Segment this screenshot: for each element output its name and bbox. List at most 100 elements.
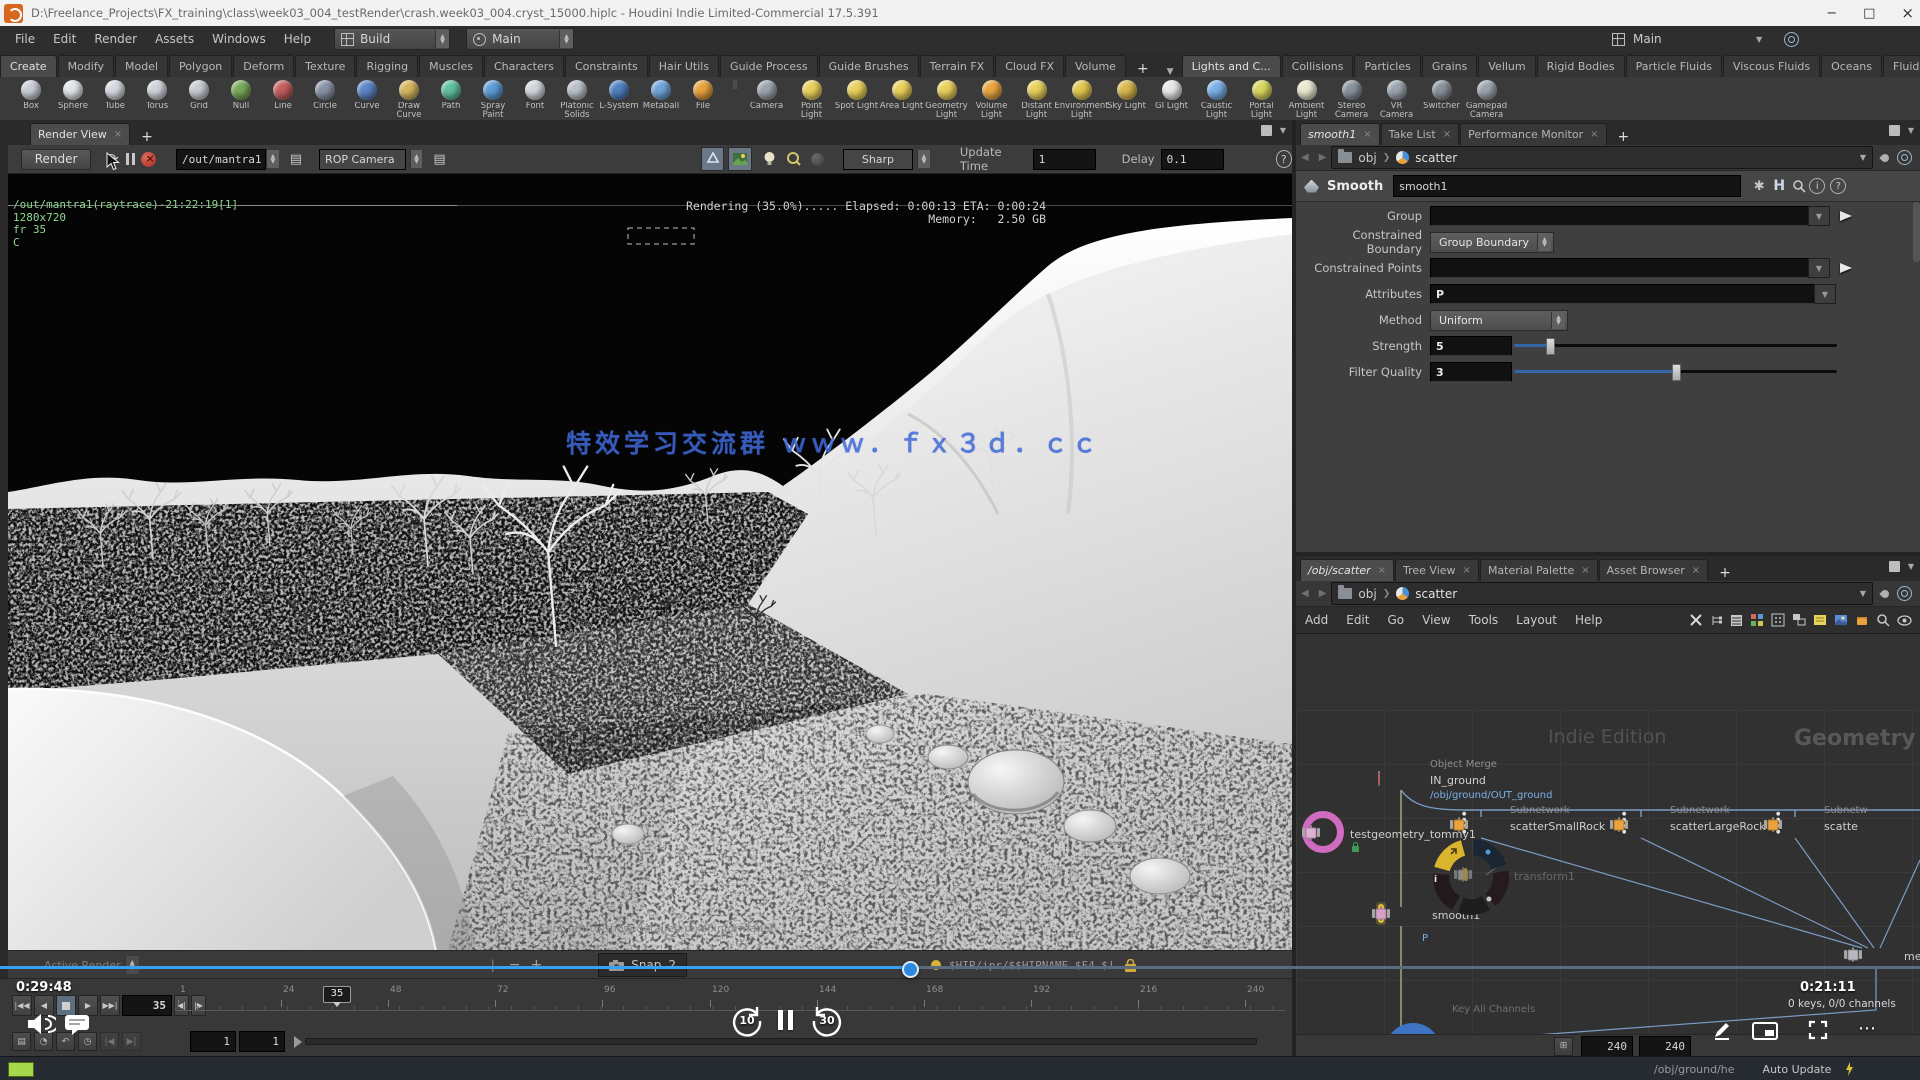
spinner-icon[interactable]: [1551, 312, 1565, 329]
add-shelf-tab-button[interactable]: +: [1127, 61, 1159, 77]
pane-tab[interactable]: Material Palette: [1480, 559, 1598, 581]
spinner-icon[interactable]: [410, 150, 423, 168]
shelf-tab[interactable]: Particle Fluids: [1626, 55, 1722, 77]
constrained-boundary-menu[interactable]: Group Boundary: [1430, 232, 1554, 253]
network-menu-item[interactable]: Go: [1378, 613, 1413, 627]
chevron-down-icon[interactable]: ▼: [1808, 258, 1830, 278]
shelf-tool[interactable]: Stereo Camera: [1329, 77, 1374, 120]
filter-quality-field[interactable]: 3: [1430, 362, 1512, 382]
shelf-tool[interactable]: Grid: [178, 77, 220, 111]
spinner-icon[interactable]: [559, 30, 573, 48]
search-icon[interactable]: [1876, 613, 1890, 627]
shelf-tool[interactable]: Geometry Light: [924, 77, 969, 120]
follow-icon[interactable]: [1897, 586, 1912, 601]
slider-handle[interactable]: [1546, 338, 1555, 355]
eye-icon[interactable]: [1897, 615, 1912, 626]
shelf-tab[interactable]: Vellum: [1478, 55, 1535, 77]
close-icon[interactable]: [1378, 560, 1386, 581]
shelf-tab[interactable]: Rigging: [356, 55, 418, 77]
pane-menu-icon[interactable]: ▼: [1280, 126, 1286, 135]
pin-icon[interactable]: [1879, 588, 1890, 599]
filter-select[interactable]: Sharp: [843, 149, 913, 170]
shelf-tool[interactable]: Draw Curve: [388, 77, 430, 120]
slider-handle[interactable]: [1672, 364, 1681, 381]
lightbulb-icon[interactable]: [760, 149, 778, 169]
shelf-tool[interactable]: Point Light: [789, 77, 834, 120]
network-node[interactable]: merge: [1852, 948, 1854, 961]
rop-path-field[interactable]: /out/mantra1: [176, 149, 266, 170]
node-body[interactable]: [1378, 771, 1380, 786]
search-icon[interactable]: [1789, 176, 1809, 196]
shelf-tab[interactable]: Characters: [484, 55, 564, 77]
auto-update-select[interactable]: Auto Update: [1763, 1063, 1832, 1076]
range-icon[interactable]: ⊞: [1554, 1037, 1573, 1056]
shelf-tab[interactable]: Polygon: [169, 55, 232, 77]
back-icon[interactable]: ◀: [1296, 588, 1314, 599]
jump-end-button[interactable]: ▶▶|: [100, 995, 120, 1016]
spinner-icon[interactable]: [125, 956, 139, 974]
network-menu-item[interactable]: Help: [1566, 613, 1611, 627]
network-menu-item[interactable]: Edit: [1337, 613, 1378, 627]
spinner-icon[interactable]: [1537, 234, 1551, 251]
shelf-tab[interactable]: Collisions: [1282, 55, 1354, 77]
pane-maximize-icon[interactable]: [1261, 125, 1272, 136]
shelf-tool[interactable]: Line: [262, 77, 304, 111]
shelf-tool[interactable]: Sky Light: [1104, 77, 1149, 111]
shelf-tab[interactable]: Modify: [58, 55, 114, 77]
color-grid-icon[interactable]: [1750, 613, 1764, 627]
global-start-field[interactable]: 240: [1581, 1036, 1633, 1057]
select-arrow-icon[interactable]: [1840, 263, 1852, 273]
help-icon[interactable]: ?: [1830, 178, 1846, 194]
strength-slider[interactable]: [1514, 344, 1837, 347]
network-node[interactable]: Object Merge IN_ground /obj/ground/OUT_g…: [1378, 772, 1380, 785]
close-icon[interactable]: [1590, 124, 1598, 145]
active-render-select[interactable]: Active Render: [44, 959, 121, 972]
shelf-splitter[interactable]: ⣿: [732, 83, 740, 120]
network-menu-item[interactable]: View: [1413, 613, 1459, 627]
shelf-tab[interactable]: Cloud FX: [995, 55, 1064, 77]
method-menu[interactable]: Uniform: [1430, 310, 1568, 331]
snapshot-add-button[interactable]: +: [530, 957, 542, 973]
houdini-badge-icon[interactable]: H: [1769, 176, 1789, 196]
chevron-down-icon[interactable]: ▼: [1860, 153, 1866, 162]
group-field[interactable]: [1430, 206, 1814, 226]
chevron-down-icon[interactable]: ▼: [1159, 67, 1182, 77]
pane-tab[interactable]: smooth1: [1300, 123, 1380, 145]
close-icon[interactable]: [1443, 124, 1451, 145]
stop-button[interactable]: [56, 995, 76, 1016]
shelf-tool[interactable]: Portal Light: [1239, 77, 1284, 120]
record-icon[interactable]: [931, 960, 941, 970]
snapshot-path[interactable]: $HIP/ipr/$$HIPNAME.$F4.$!: [949, 959, 1115, 972]
shelf-tool[interactable]: Torus: [136, 77, 178, 111]
radial-menu[interactable]: i: [1426, 832, 1516, 922]
range-end-icon[interactable]: ▶|: [122, 1032, 141, 1051]
shelf-tool[interactable]: Metaball: [640, 77, 682, 111]
spinner-icon[interactable]: [266, 150, 279, 168]
add-tab-button[interactable]: +: [1709, 565, 1741, 581]
menu-item[interactable]: Render: [85, 32, 146, 46]
pane-tab[interactable]: Performance Monitor: [1460, 123, 1606, 145]
help-icon[interactable]: ?: [1276, 150, 1293, 168]
dot-grid-icon[interactable]: [1771, 613, 1785, 627]
menu-item[interactable]: Assets: [146, 32, 203, 46]
shelf-tool[interactable]: File: [682, 77, 724, 111]
range-start-icon[interactable]: |◀: [100, 1032, 119, 1051]
shelf-tool[interactable]: Platonic Solids: [556, 77, 598, 120]
current-frame-field[interactable]: 35: [122, 995, 172, 1016]
shelf-tool[interactable]: Spot Light: [834, 77, 879, 111]
chevron-down-icon[interactable]: ▼: [1756, 35, 1762, 44]
network-menu-item[interactable]: Tools: [1460, 613, 1508, 627]
shelf-tab[interactable]: Rigid Bodies: [1537, 55, 1625, 77]
shelf-tab[interactable]: Guide Process: [720, 55, 818, 77]
close-icon[interactable]: [1463, 560, 1471, 581]
shelf-tab[interactable]: Particles: [1354, 55, 1420, 77]
spinner-icon[interactable]: [917, 150, 930, 168]
close-button[interactable]: ×: [1901, 4, 1914, 22]
maximize-button[interactable]: □: [1863, 6, 1875, 21]
shelf-tab[interactable]: Viscous Fluids: [1723, 55, 1820, 77]
network-node[interactable]: Subnetwork scatterLargeRock: [1618, 818, 1620, 831]
shelf-tab[interactable]: Model: [115, 55, 168, 77]
network-node[interactable]: Subnetw scatte: [1772, 818, 1774, 831]
shelf-tab[interactable]: Oceans: [1821, 55, 1882, 77]
scrollbar[interactable]: [1913, 202, 1920, 262]
